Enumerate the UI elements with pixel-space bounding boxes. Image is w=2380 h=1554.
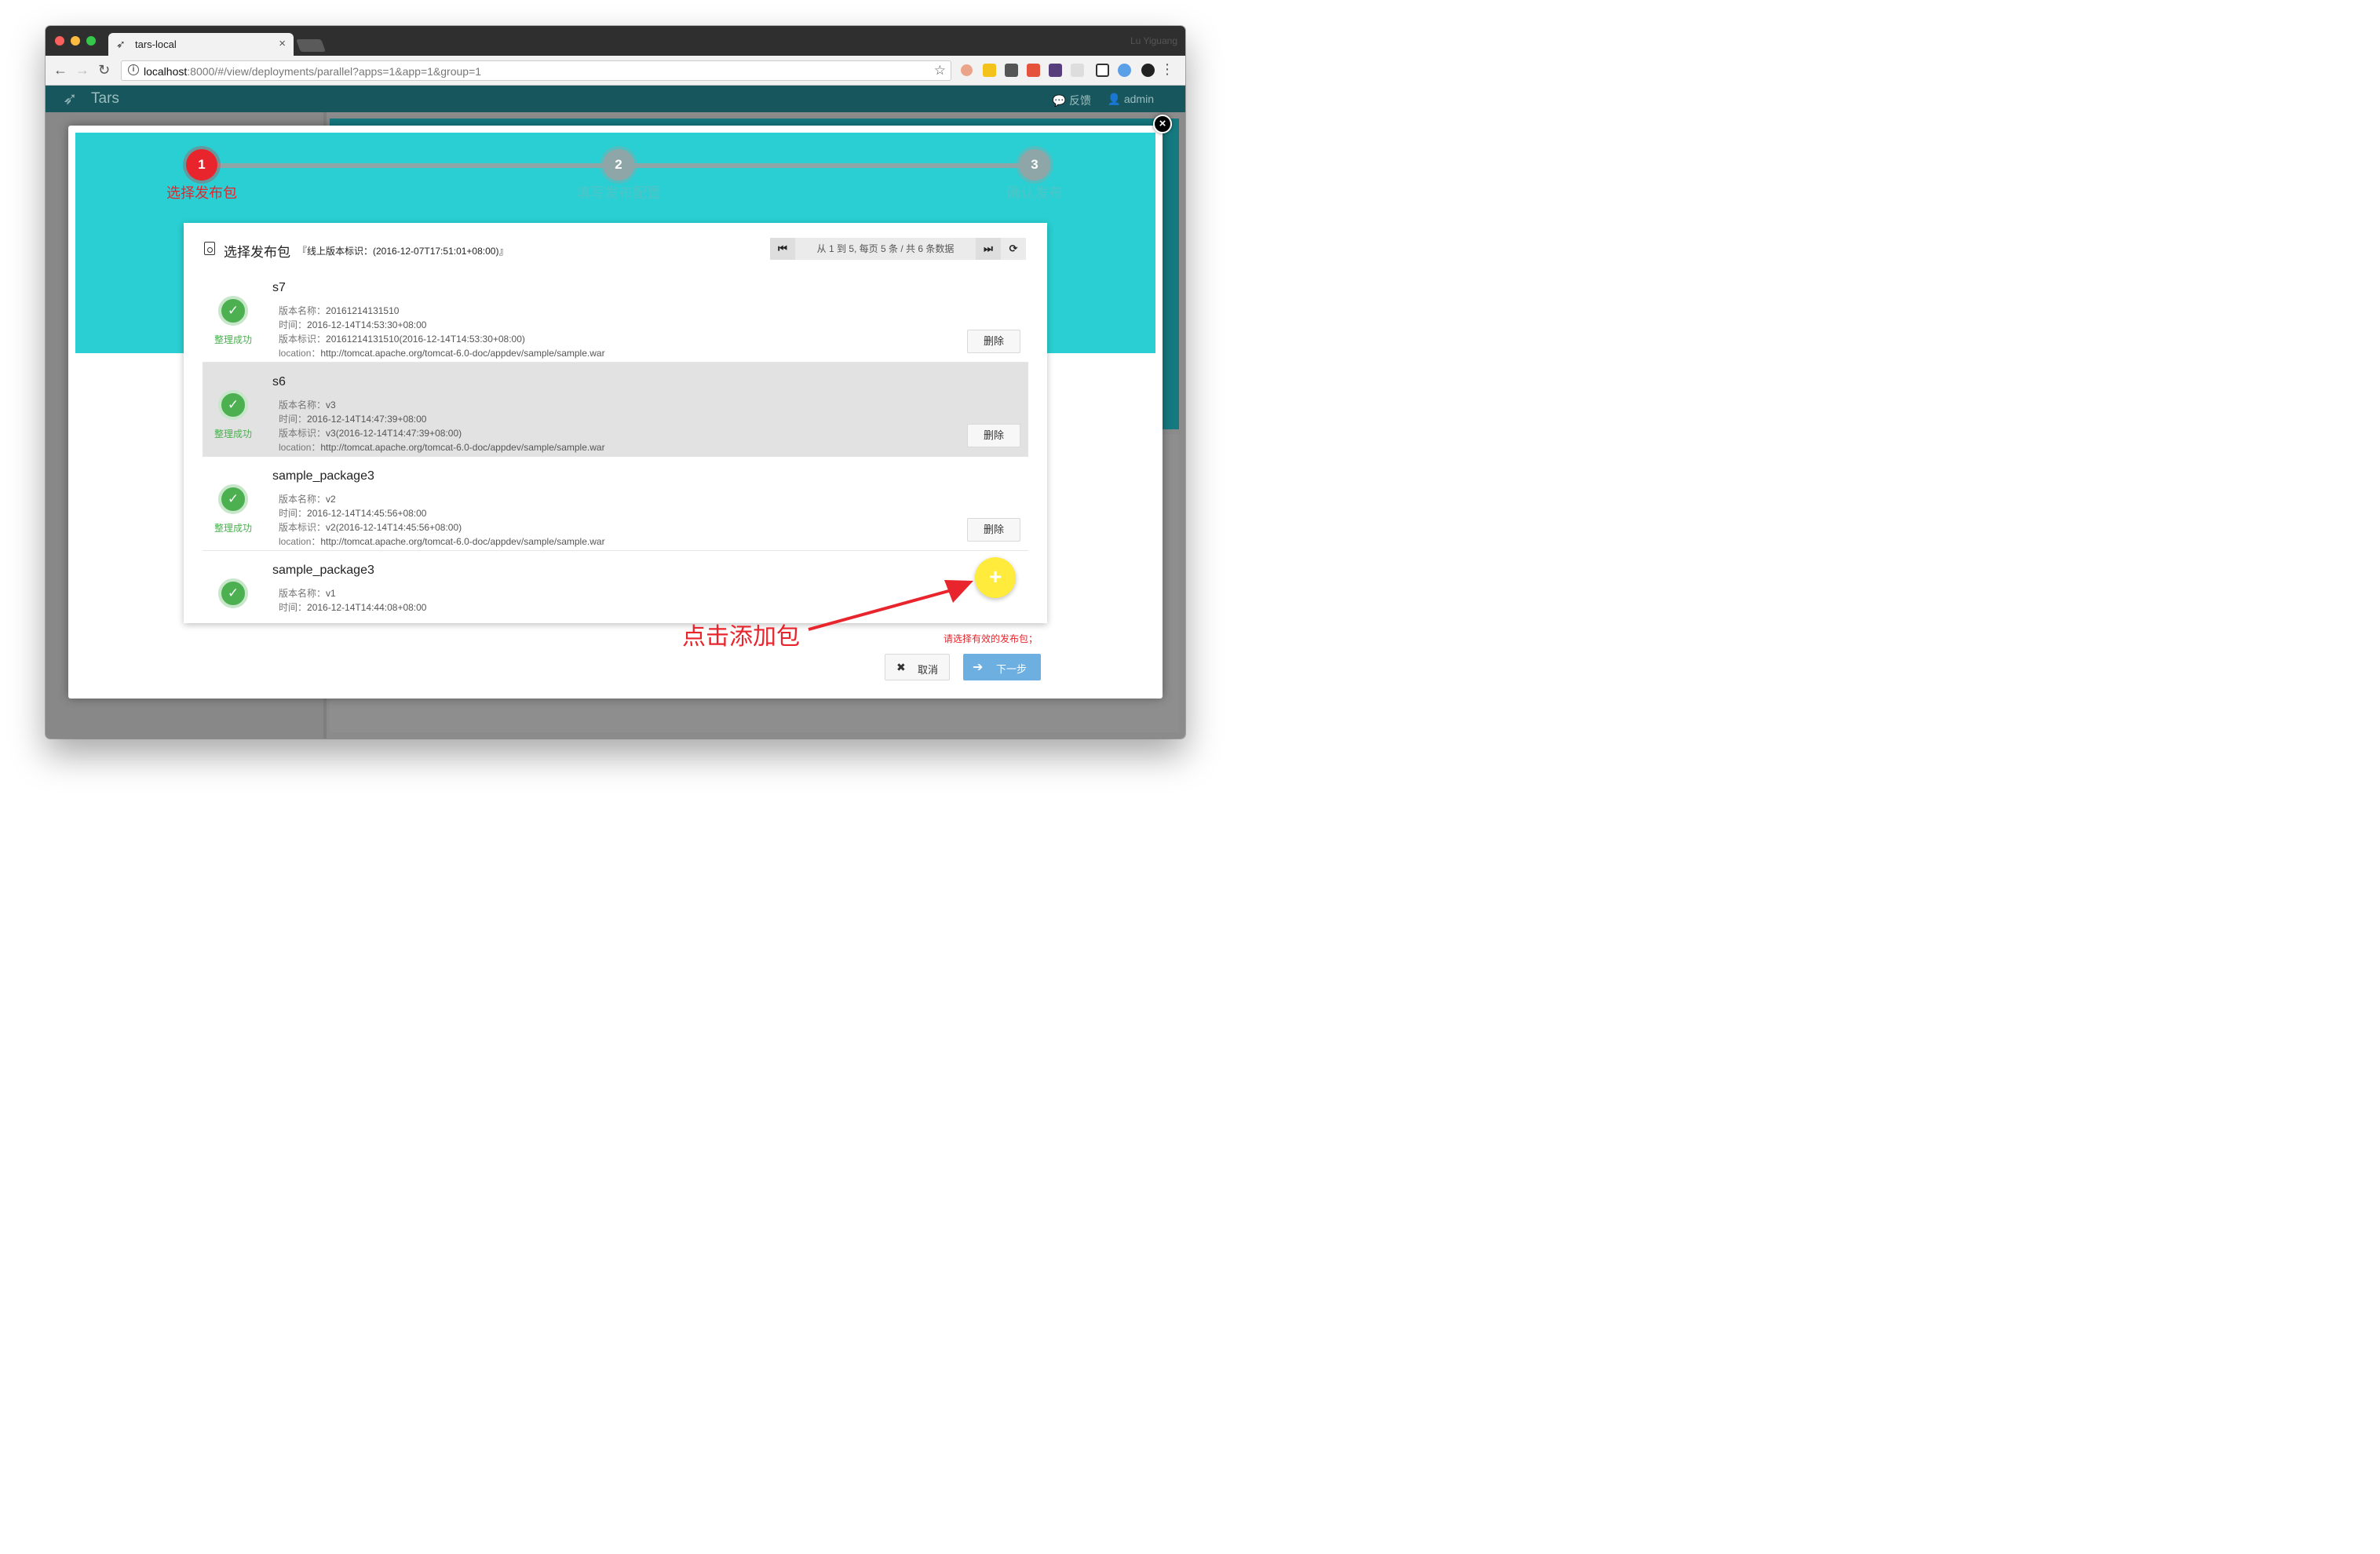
close-icon: ✖	[896, 661, 906, 673]
next-label: 下一步	[996, 663, 1028, 675]
cancel-label: 取消	[918, 664, 939, 676]
annotation-arrow	[808, 580, 973, 631]
cancel-button[interactable]: ✖ 取消	[885, 654, 950, 680]
annotation-text: 点击添加包	[682, 624, 800, 650]
arrow-right-icon: ➔	[973, 661, 984, 674]
next-step-button[interactable]: ➔ 下一步	[963, 654, 1041, 680]
add-package-button[interactable]: +	[975, 557, 1016, 598]
validation-message: 请选择有效的发布包；	[944, 633, 1039, 644]
